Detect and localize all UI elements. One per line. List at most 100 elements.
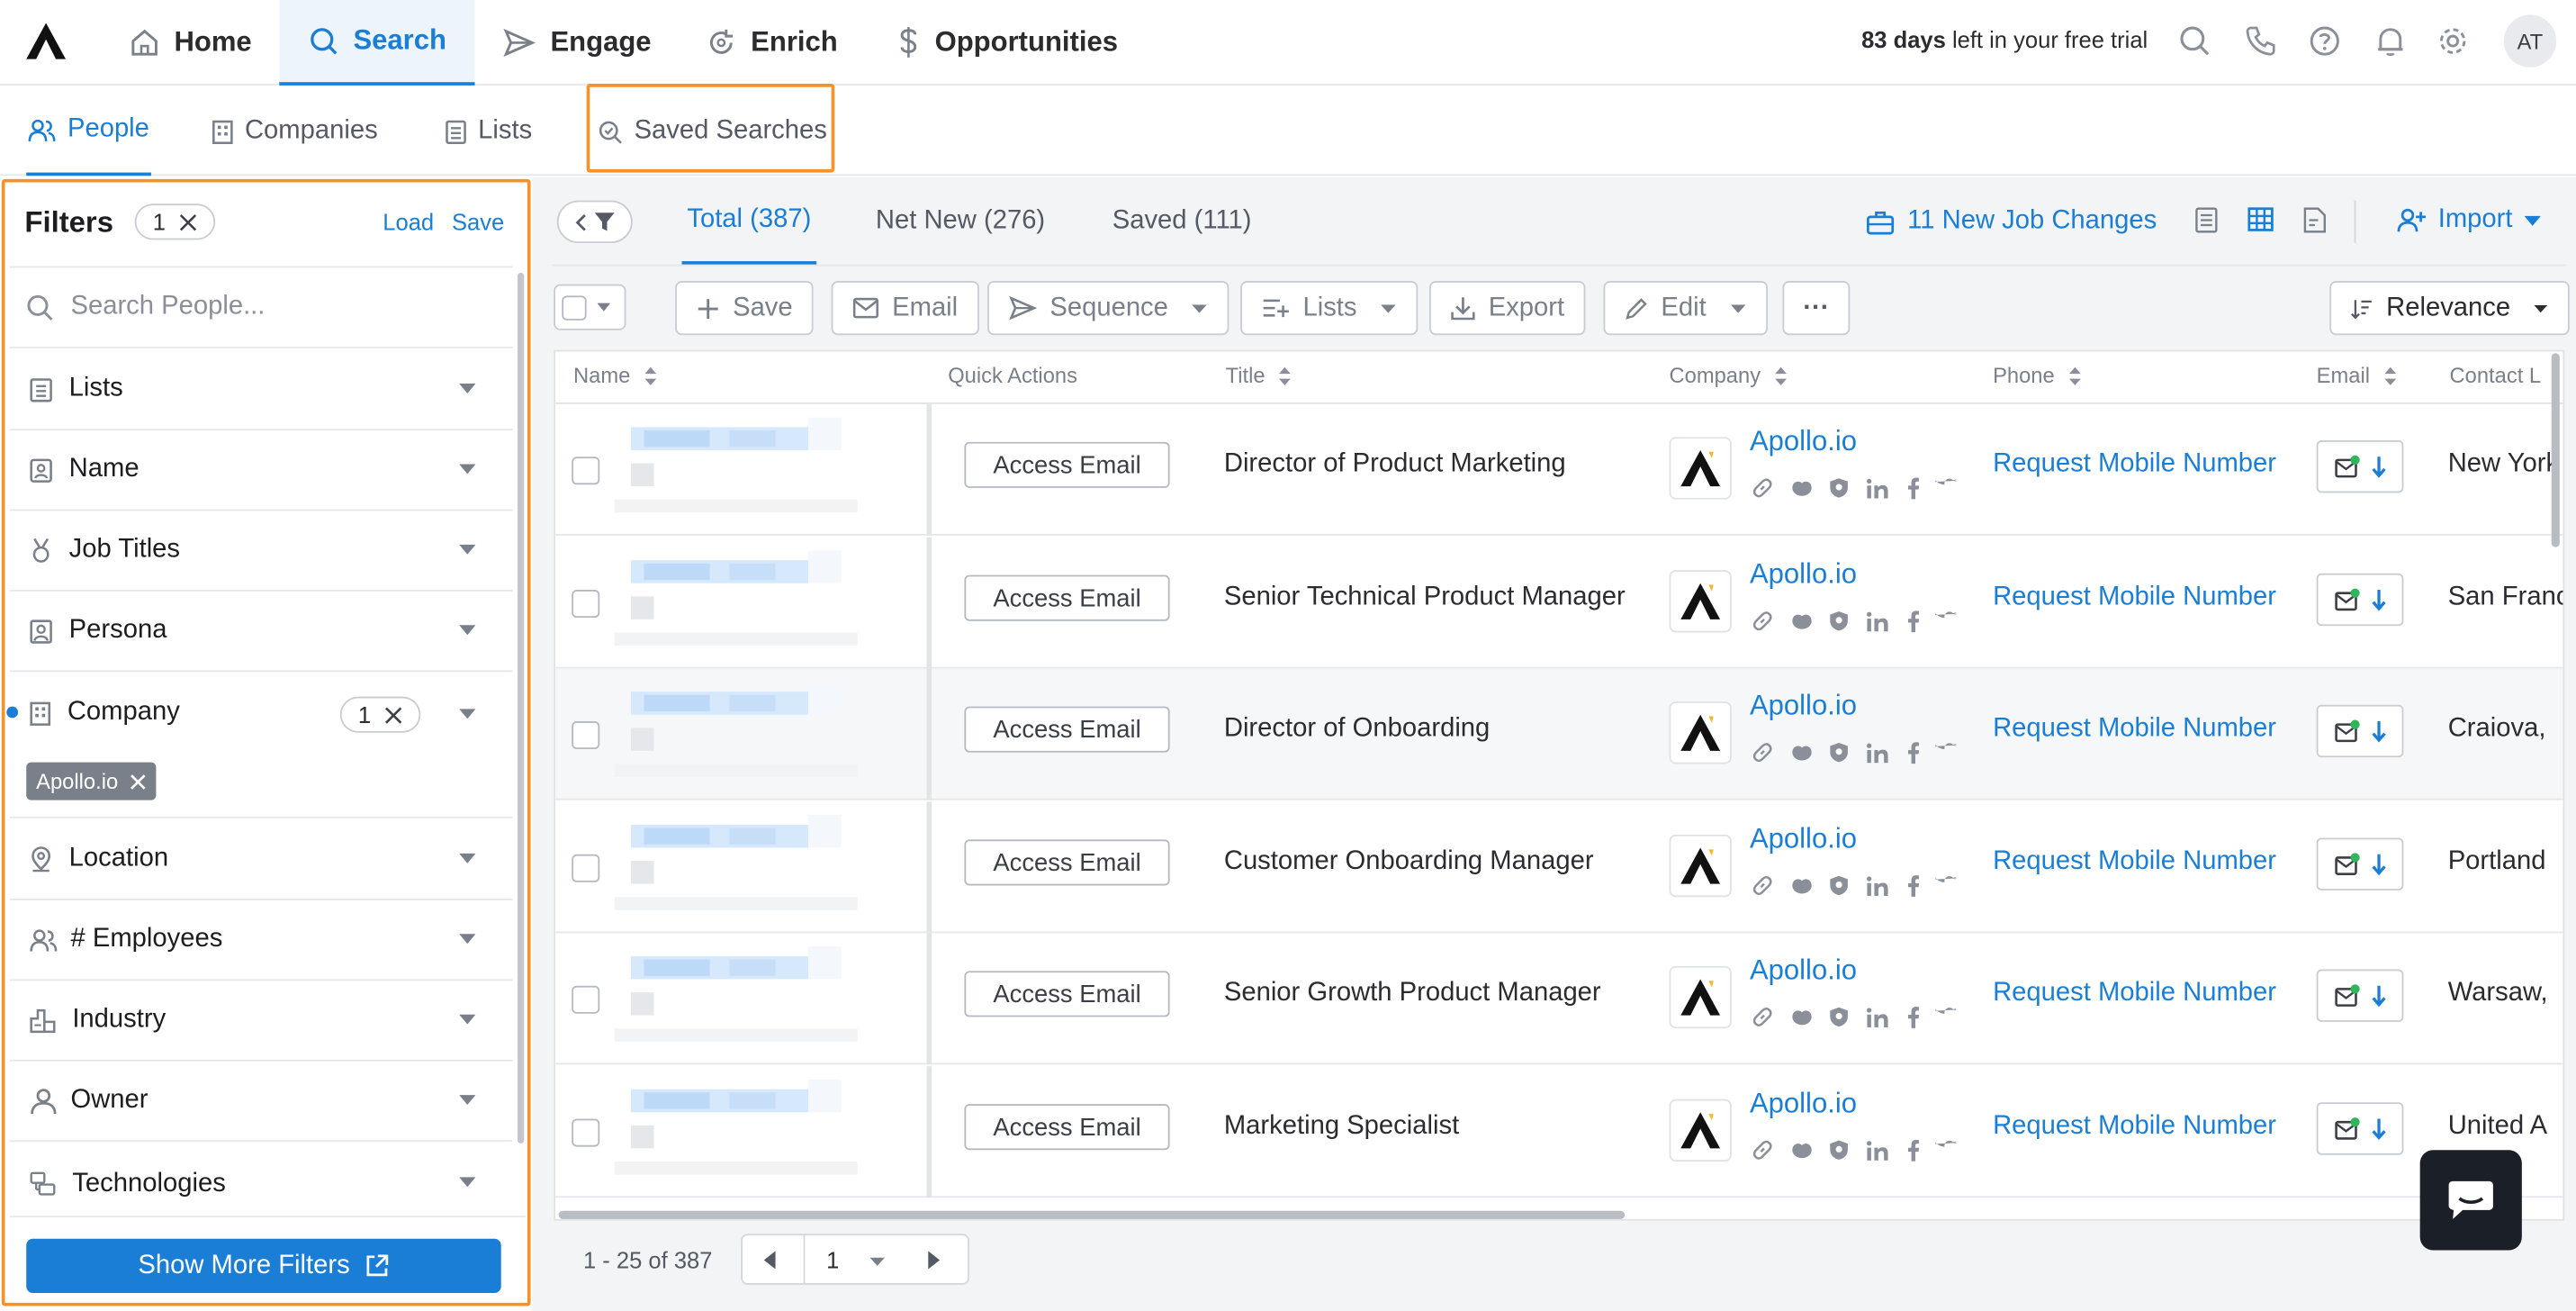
filter-owner[interactable]: Owner (9, 1062, 513, 1143)
company-logo-icon[interactable] (1669, 570, 1732, 633)
request-mobile-number-link[interactable]: Request Mobile Number (1993, 450, 2276, 480)
request-mobile-number-link[interactable]: Request Mobile Number (1993, 715, 2276, 745)
crunchbase-icon[interactable] (1790, 1007, 1813, 1026)
help-icon[interactable] (2309, 24, 2342, 57)
chevron-down-icon[interactable] (869, 1257, 886, 1267)
chat-launcher-button[interactable] (2419, 1150, 2522, 1251)
company-chip[interactable]: Apollo.io (26, 762, 157, 800)
more-actions-button[interactable]: ··· (1782, 281, 1851, 336)
filter-industry[interactable]: Industry (9, 981, 513, 1062)
edit-button[interactable]: Edit (1603, 281, 1768, 336)
shield-icon[interactable] (1829, 610, 1850, 633)
table-row[interactable]: Access Email Senior Technical Product Ma… (554, 537, 2563, 669)
column-header-contact-location[interactable]: Contact L (2450, 363, 2552, 387)
email-actions-button[interactable] (2316, 837, 2404, 891)
close-icon[interactable] (130, 773, 146, 789)
email-button[interactable]: Email (831, 281, 979, 336)
linkedin-icon[interactable] (1866, 477, 1888, 499)
facebook-icon[interactable] (1905, 1006, 1920, 1029)
save-link[interactable]: Save (452, 209, 504, 235)
company-name-link[interactable]: Apollo.io (1750, 1088, 1857, 1120)
link-icon[interactable] (1752, 476, 1774, 500)
access-email-button[interactable]: Access Email (964, 441, 1170, 488)
report-view-icon[interactable] (2303, 207, 2327, 233)
access-email-button[interactable]: Access Email (964, 839, 1170, 886)
linkedin-icon[interactable] (1866, 742, 1888, 764)
request-mobile-number-link[interactable]: Request Mobile Number (1993, 1112, 2276, 1142)
sequence-button[interactable]: Sequence (987, 281, 1229, 336)
filter-lists[interactable]: Lists (9, 350, 513, 431)
apollo-logo-icon[interactable] (23, 20, 69, 62)
email-actions-button[interactable] (2316, 1102, 2404, 1155)
list-view-icon[interactable] (2195, 207, 2219, 233)
crunchbase-icon[interactable] (1790, 743, 1813, 763)
table-row[interactable]: Access Email Customer Onboarding Manager… (554, 801, 2563, 934)
nav-search[interactable]: Search (279, 0, 475, 86)
sort-relevance-button[interactable]: Relevance (2329, 281, 2570, 336)
table-vertical-scrollbar[interactable] (2551, 353, 2560, 547)
import-button[interactable]: Import (2397, 205, 2542, 235)
row-checkbox[interactable] (572, 457, 600, 485)
column-header-email[interactable]: Email (2317, 363, 2397, 388)
tab-total[interactable]: Total (387) (681, 177, 817, 265)
crunchbase-icon[interactable] (1790, 611, 1813, 631)
table-horizontal-scrollbar[interactable] (558, 1210, 1626, 1219)
select-all-dropdown[interactable] (554, 284, 626, 330)
request-mobile-number-link[interactable]: Request Mobile Number (1993, 847, 2276, 877)
company-name-link[interactable]: Apollo.io (1750, 954, 1857, 987)
email-actions-button[interactable] (2316, 573, 2404, 627)
row-checkbox[interactable] (572, 720, 600, 750)
company-name-link[interactable]: Apollo.io (1750, 426, 1857, 458)
linkedin-icon[interactable] (1866, 1139, 1888, 1161)
link-icon[interactable] (1752, 1138, 1774, 1162)
nav-enrich[interactable]: Enrich (707, 0, 838, 86)
search-people-input[interactable]: Search People... (9, 266, 513, 348)
table-row[interactable]: Access Email Director of Onboarding Apol… (554, 668, 2563, 800)
linkedin-icon[interactable] (1866, 875, 1888, 897)
company-logo-icon[interactable] (1669, 701, 1732, 764)
nav-opportunities[interactable]: Opportunities (897, 0, 1118, 86)
row-checkbox[interactable] (572, 985, 600, 1014)
row-checkbox[interactable] (572, 1118, 600, 1147)
facebook-icon[interactable] (1905, 476, 1920, 500)
request-mobile-number-link[interactable]: Request Mobile Number (1993, 583, 2276, 613)
filter-location[interactable]: Location (9, 819, 513, 900)
company-name-link[interactable]: Apollo.io (1750, 823, 1857, 855)
table-view-icon[interactable] (2247, 207, 2274, 231)
twitter-icon[interactable] (1935, 743, 1959, 763)
tab-saved-searches[interactable]: Saved Searches (598, 87, 827, 176)
email-actions-button[interactable] (2316, 969, 2404, 1022)
tab-saved[interactable]: Saved (111) (1112, 177, 1252, 265)
company-logo-icon[interactable] (1669, 834, 1732, 898)
column-header-company[interactable]: Company (1670, 363, 1788, 388)
tab-people[interactable]: People (26, 87, 151, 176)
email-actions-button[interactable] (2316, 439, 2404, 493)
shield-icon[interactable] (1829, 874, 1850, 898)
twitter-icon[interactable] (1935, 876, 1959, 896)
filter-job-titles[interactable]: Job Titles (9, 511, 513, 592)
tab-lists[interactable]: Lists (446, 87, 532, 176)
facebook-icon[interactable] (1905, 1138, 1920, 1162)
collapse-filters-button[interactable] (556, 200, 633, 244)
company-count-pill[interactable]: 1 (339, 696, 420, 733)
link-icon[interactable] (1752, 610, 1774, 633)
job-changes-link[interactable]: 11 New Job Changes (1866, 207, 2157, 237)
link-icon[interactable] (1752, 741, 1774, 764)
load-link[interactable]: Load (383, 209, 434, 235)
twitter-icon[interactable] (1935, 478, 1959, 498)
page-number-select[interactable]: 1 (826, 1247, 839, 1273)
table-row[interactable]: Access Email Senior Growth Product Manag… (554, 933, 2563, 1065)
linkedin-icon[interactable] (1866, 610, 1888, 632)
company-logo-icon[interactable] (1669, 437, 1732, 500)
access-email-button[interactable]: Access Email (964, 574, 1170, 621)
table-row[interactable]: Access Email Marketing Specialist Apollo… (554, 1066, 2563, 1198)
filter-technologies[interactable]: Technologies (10, 1144, 513, 1224)
access-email-button[interactable]: Access Email (964, 1104, 1170, 1151)
nav-engage[interactable]: Engage (503, 0, 652, 86)
next-page-icon[interactable] (926, 1251, 941, 1270)
shield-icon[interactable] (1829, 1138, 1850, 1162)
request-mobile-number-link[interactable]: Request Mobile Number (1993, 979, 2276, 1008)
shield-icon[interactable] (1829, 1006, 1850, 1029)
facebook-icon[interactable] (1905, 874, 1920, 898)
shield-icon[interactable] (1829, 741, 1850, 764)
